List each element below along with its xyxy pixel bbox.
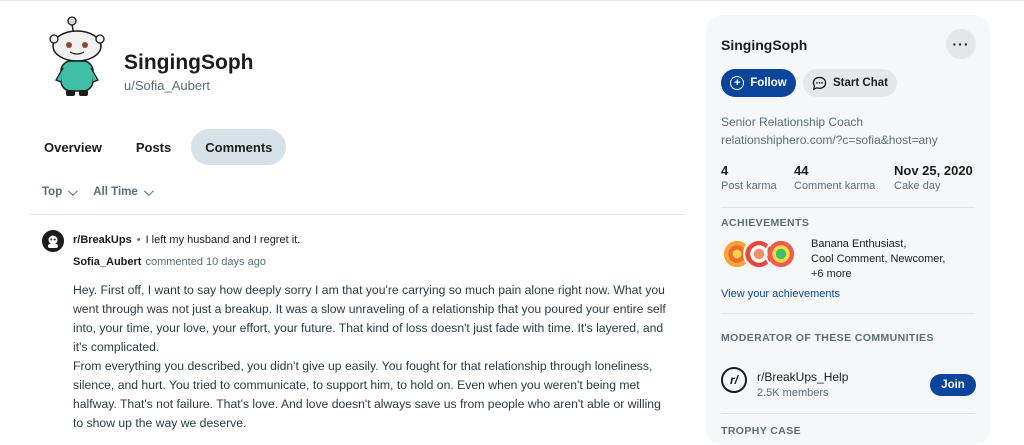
chevron-down-icon (68, 185, 79, 196)
moderator-heading: MODERATOR OF THESE COMMUNITIES (721, 332, 934, 344)
stat-label: Cake day (894, 180, 941, 192)
sidebar-title: SingingSoph (721, 37, 808, 53)
newcomer-badge-icon (765, 238, 797, 270)
snoo-avatar[interactable] (42, 12, 112, 98)
plus-icon: + (730, 76, 745, 90)
subreddit-link[interactable]: r/BreakUps (73, 234, 132, 246)
chevron-down-icon (143, 185, 154, 196)
achievement-badges[interactable] (721, 238, 801, 272)
bio-link[interactable]: relationshiphero.com/?c=sofia&host=any (721, 131, 938, 149)
comment-meta: Sofia_Aubert commented 10 days ago (73, 256, 266, 268)
community-name[interactable]: r/BreakUps_Help (757, 370, 848, 384)
top-border (0, 0, 1024, 1)
sort-top-dropdown[interactable]: Top (42, 185, 79, 198)
separator-dot: • (136, 234, 141, 246)
stat-value: Nov 25, 2020 (894, 163, 973, 178)
follow-button[interactable]: + Follow (721, 69, 796, 97)
feed-divider (30, 214, 685, 215)
achievements-summary: Banana Enthusiast, Cool Comment, Newcome… (811, 237, 946, 282)
sidebar-divider (721, 207, 975, 208)
subreddit-icon[interactable] (42, 230, 64, 252)
comment-paragraph: From everything you described, you didn'… (73, 359, 661, 430)
bio-title: Senior Relationship Coach (721, 115, 864, 129)
community-icon[interactable]: r/ (721, 367, 747, 393)
community-members: 2.5K members (757, 387, 829, 399)
sort-bar: Top All Time (42, 185, 154, 198)
stat-label: Comment karma (794, 180, 876, 192)
follow-label: Follow (750, 77, 787, 89)
view-achievements-link[interactable]: View your achievements (721, 288, 840, 300)
sidebar-divider (721, 313, 975, 314)
achievement-line: Cool Comment, Newcomer, (811, 253, 946, 265)
comment-paragraph: Hey. First off, I want to say how deeply… (73, 283, 666, 354)
achievement-line: Banana Enthusiast, (811, 238, 907, 250)
comment-time: commented 10 days ago (145, 256, 266, 268)
comment-author[interactable]: Sofia_Aubert (73, 256, 141, 268)
tab-comments[interactable]: Comments (191, 129, 287, 165)
sort-top-label: Top (42, 186, 63, 198)
achievement-line: +6 more (811, 268, 852, 280)
stat-value: 44 (794, 163, 809, 178)
more-options-button[interactable]: ··· (946, 29, 976, 59)
profile-tabs: Overview Posts Comments (30, 129, 287, 165)
join-button[interactable]: Join (930, 374, 976, 396)
tab-posts[interactable]: Posts (122, 129, 185, 165)
sort-time-dropdown[interactable]: All Time (93, 185, 154, 198)
start-chat-label: Start Chat (833, 77, 888, 89)
profile-display-name: SingingSoph (124, 51, 254, 74)
karma-stats: 4 Post karma 44 Comment karma Nov 25, 20… (721, 163, 973, 192)
tab-overview[interactable]: Overview (30, 129, 116, 165)
profile-username: u/Sofia_Aubert (124, 78, 211, 93)
trophy-heading: TROPHY CASE (721, 425, 802, 437)
profile-sidebar-card: SingingSoph ··· + Follow Start Chat Seni… (706, 15, 990, 445)
profile-bio: Senior Relationship Coach relationshiphe… (721, 113, 938, 149)
comment-body[interactable]: Hey. First off, I want to say how deeply… (73, 281, 673, 433)
sidebar-divider (721, 413, 975, 414)
start-chat-button[interactable]: Start Chat (803, 69, 897, 97)
comment-context: r/BreakUps • I left my husband and I reg… (73, 234, 300, 246)
sort-time-label: All Time (93, 186, 138, 198)
stat-value: 4 (721, 163, 729, 178)
stat-cake-day: Nov 25, 2020 Cake day (894, 163, 973, 192)
chat-icon (812, 76, 827, 90)
stat-label: Post karma (721, 180, 777, 192)
achievements-heading: ACHIEVEMENTS (721, 217, 810, 229)
stat-post-karma: 4 Post karma (721, 163, 794, 192)
post-title-link[interactable]: I left my husband and I regret it. (146, 234, 301, 246)
stat-comment-karma: 44 Comment karma (794, 163, 894, 192)
